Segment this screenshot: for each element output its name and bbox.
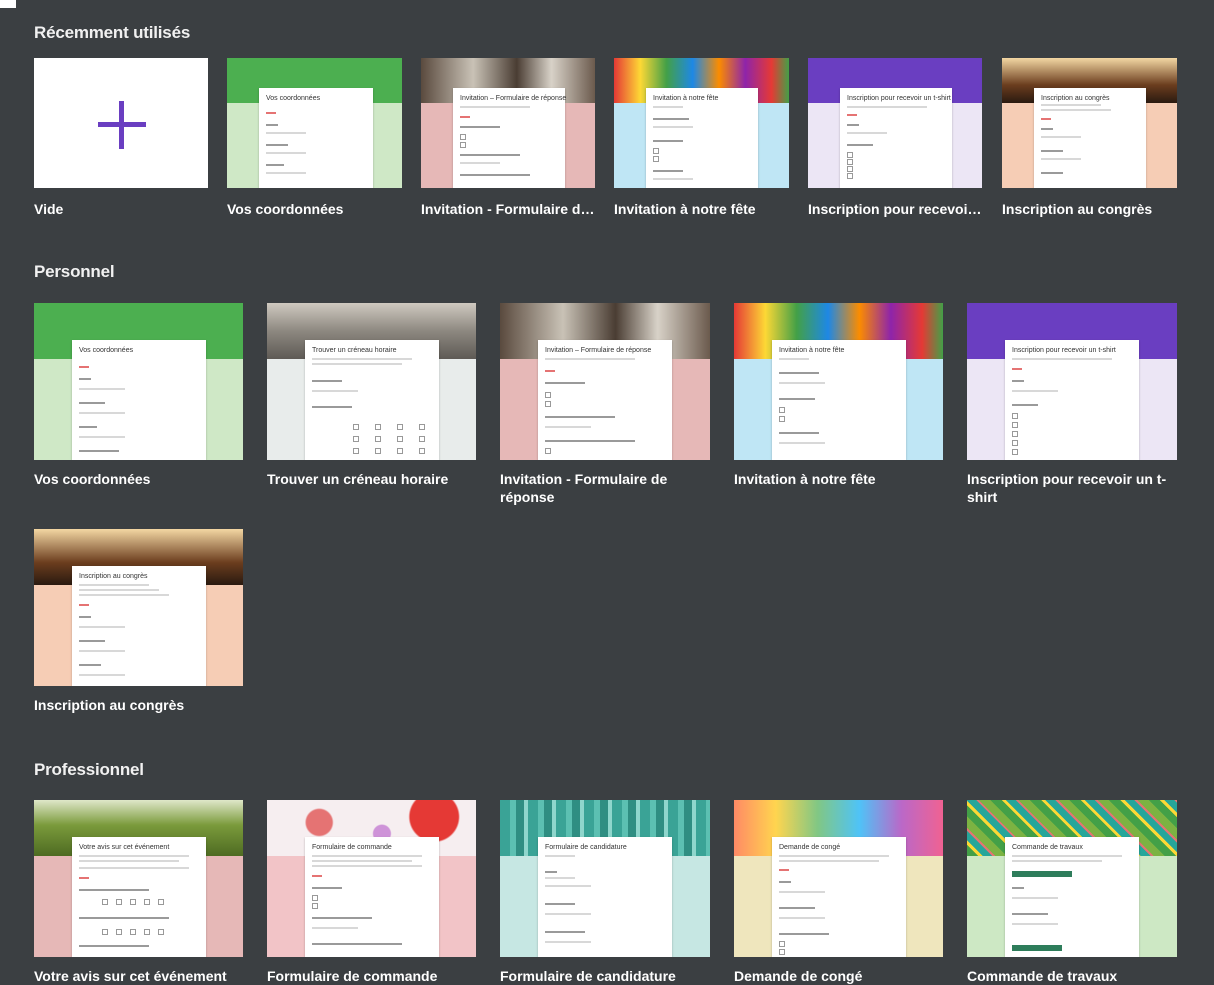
section-title-professional: Professionnel [34, 760, 144, 779]
template-label[interactable]: Inscription pour recevoir un t-shirt [967, 470, 1172, 506]
template-label[interactable]: Invitation - Formulaire de ... [421, 200, 595, 218]
template-thumbnail[interactable]: Votre avis sur cet événement [34, 800, 243, 957]
template-label[interactable]: Trouver un créneau horaire [267, 470, 476, 488]
template-label[interactable]: Vide [34, 200, 208, 218]
template-thumbnail[interactable]: Invitation – Formulaire de réponse [421, 58, 595, 188]
template-label[interactable]: Invitation - Formulaire de réponse [500, 470, 700, 506]
template-thumbnail[interactable] [34, 58, 208, 188]
template-thumbnail[interactable]: Inscription pour recevoir un t-shirt [967, 303, 1177, 460]
template-thumbnail[interactable]: Formulaire de commande [267, 800, 476, 957]
top-edge [0, 0, 1214, 8]
template-label[interactable]: Vos coordonnées [227, 200, 402, 218]
template-thumbnail[interactable]: Trouver un créneau horaire [267, 303, 476, 460]
template-thumbnail[interactable]: Vos coordonnées [34, 303, 243, 460]
template-thumbnail[interactable]: Formulaire de candidature [500, 800, 710, 957]
section-title-recent: Récemment utilisés [34, 23, 191, 42]
template-label[interactable]: Formulaire de commande [267, 967, 476, 985]
template-thumbnail[interactable]: Inscription au congrès [1002, 58, 1177, 188]
section-title-personal: Personnel [34, 262, 115, 281]
template-thumbnail[interactable]: Inscription pour recevoir un t-shirt [808, 58, 982, 188]
template-label[interactable]: Commande de travaux [967, 967, 1177, 985]
template-thumbnail[interactable]: Invitation à notre fête [614, 58, 789, 188]
template-label[interactable]: Formulaire de candidature [500, 967, 710, 985]
template-label[interactable]: Vos coordonnées [34, 470, 243, 488]
template-thumbnail[interactable]: Vos coordonnées [227, 58, 402, 188]
template-thumbnail[interactable]: Commande de travaux [967, 800, 1177, 957]
template-label[interactable]: Inscription au congrès [1002, 200, 1177, 218]
template-thumbnail[interactable]: Invitation à notre fête [734, 303, 943, 460]
template-label[interactable]: Inscription pour recevoir ... [808, 200, 982, 218]
template-thumbnail[interactable]: Inscription au congrès [34, 529, 243, 686]
template-label[interactable]: Votre avis sur cet événement [34, 967, 243, 985]
template-label[interactable]: Demande de congé [734, 967, 943, 985]
template-thumbnail[interactable]: Demande de congé [734, 800, 943, 957]
template-label[interactable]: Inscription au congrès [34, 696, 243, 714]
template-label[interactable]: Invitation à notre fête [614, 200, 789, 218]
template-label[interactable]: Invitation à notre fête [734, 470, 943, 488]
template-thumbnail[interactable]: Invitation – Formulaire de réponse [500, 303, 710, 460]
